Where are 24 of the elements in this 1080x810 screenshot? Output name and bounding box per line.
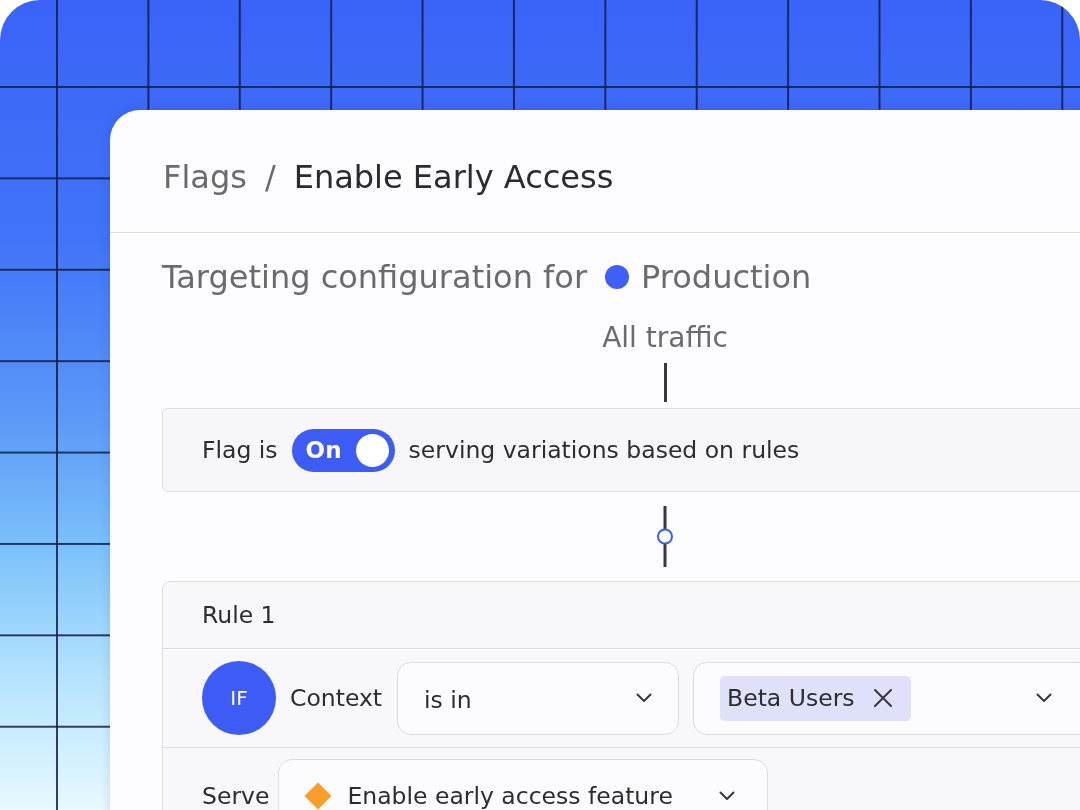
flag-status-label: Flag is — [202, 436, 278, 464]
chevron-down-icon — [719, 790, 736, 801]
page-title: Enable Early Access — [293, 158, 614, 196]
remove-icon[interactable] — [872, 688, 893, 708]
toggle-switch[interactable]: On — [291, 428, 395, 472]
flag-status-description: serving variations based on rules — [408, 436, 800, 464]
chip-label: Beta Users — [727, 684, 855, 712]
variation-select[interactable]: Enable early access feature — [278, 759, 769, 810]
section-heading: Targeting configuration for — [162, 258, 588, 296]
condition-badge: IF — [202, 661, 276, 735]
breadcrumb-link[interactable]: Flags — [163, 158, 247, 196]
connector-line — [663, 363, 667, 402]
environment-name: Production — [641, 258, 812, 296]
values-select[interactable]: Beta Users — [693, 661, 1080, 735]
rule-title: Rule 1 — [202, 601, 276, 629]
serve-label: Serve — [202, 781, 270, 810]
operator-select[interactable]: is in — [397, 661, 680, 735]
flow-start-label: All traffic — [602, 321, 728, 355]
chevron-down-icon — [636, 693, 653, 703]
connector-node-line — [657, 506, 673, 567]
breadcrumb-separator: / — [264, 158, 276, 196]
toggle-knob-icon — [355, 433, 389, 467]
chevron-down-icon — [1036, 693, 1053, 703]
attribute-label: Context — [290, 684, 383, 712]
